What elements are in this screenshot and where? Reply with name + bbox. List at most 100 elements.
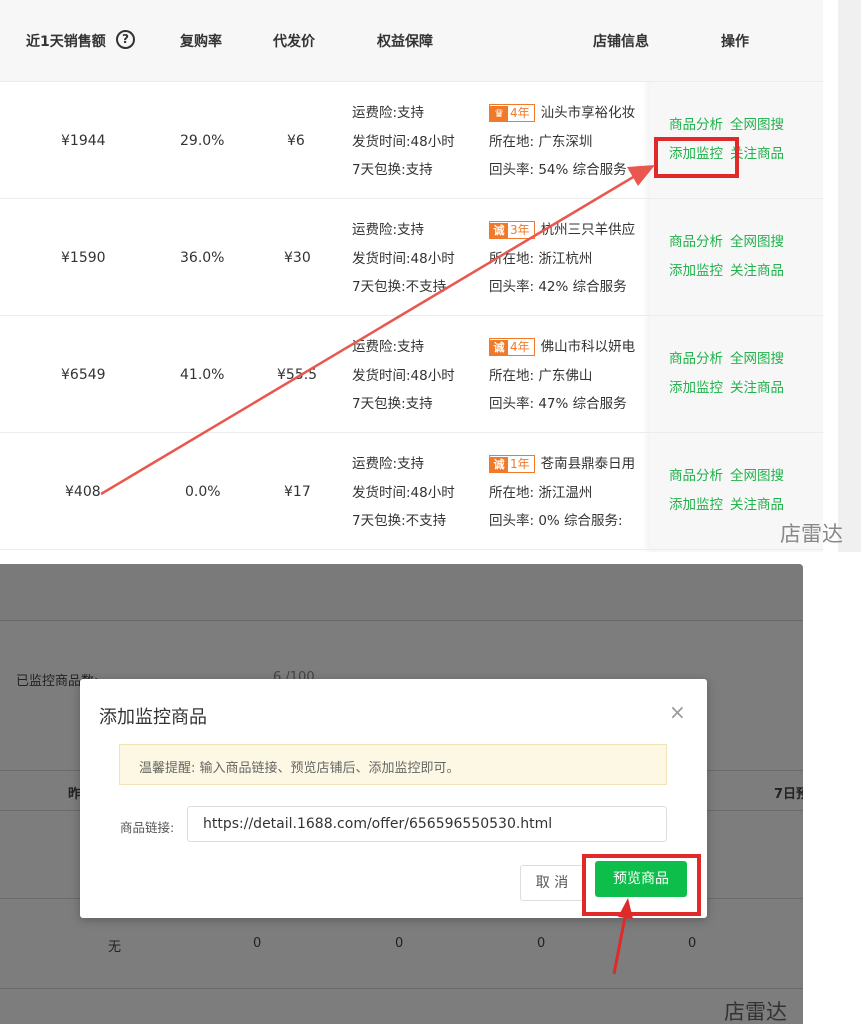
product-link-input[interactable] bbox=[187, 806, 667, 842]
sales-value: ¥408 bbox=[65, 484, 101, 500]
benefit-shipping: 发货时间:48小时 bbox=[352, 133, 455, 150]
row-actions: 商品分析 全网图搜 添加监控 关注商品 bbox=[669, 462, 791, 519]
close-icon[interactable]: × bbox=[669, 700, 686, 724]
zero-value: 0 bbox=[537, 936, 546, 951]
benefit-list: 运费险:支持 发货时间:48小时 7天包换:支持 bbox=[352, 333, 455, 419]
image-search-link[interactable]: 全网图搜 bbox=[730, 468, 784, 484]
help-icon[interactable]: ? bbox=[116, 30, 135, 49]
benefit-shipping: 发货时间:48小时 bbox=[352, 250, 455, 267]
follow-product-link[interactable]: 关注商品 bbox=[730, 497, 784, 513]
header-shop-info: 店铺信息 bbox=[593, 34, 649, 50]
watermark: 店雷达 bbox=[724, 1000, 787, 1024]
zero-value: 0 bbox=[688, 936, 697, 951]
link-label: 商品链接: bbox=[120, 820, 175, 835]
shop-years-badge: 诚 3年 bbox=[489, 221, 535, 239]
sales-value: ¥1944 bbox=[61, 133, 106, 149]
row-none-value: 无 bbox=[108, 940, 122, 955]
add-monitor-link[interactable]: 添加监控 bbox=[669, 497, 723, 513]
table-row: ¥6549 41.0% ¥55.5 运费险:支持 发货时间:48小时 7天包换:… bbox=[0, 316, 823, 433]
row-actions: 商品分析 全网图搜 添加监控 关注商品 bbox=[669, 228, 791, 285]
integrity-icon: 诚 bbox=[490, 340, 508, 356]
cancel-button[interactable]: 取 消 bbox=[520, 865, 584, 901]
benefit-shipping: 发货时间:48小时 bbox=[352, 484, 455, 501]
page-toolbar-bg bbox=[0, 564, 803, 620]
image-search-link[interactable]: 全网图搜 bbox=[730, 234, 784, 250]
row-actions: 商品分析 全网图搜 添加监控 关注商品 bbox=[669, 345, 791, 402]
repurchase-value: 36.0% bbox=[180, 250, 225, 266]
preview-button-highlight bbox=[582, 854, 701, 916]
shop-years-badge: 诚 4年 bbox=[489, 338, 535, 356]
header-operations: 操作 bbox=[721, 34, 749, 50]
image-search-link[interactable]: 全网图搜 bbox=[730, 351, 784, 367]
add-monitor-link[interactable]: 添加监控 bbox=[669, 263, 723, 279]
integrity-icon: 诚 bbox=[490, 223, 508, 239]
crown-icon: ♛ bbox=[490, 106, 508, 122]
monitor-page-overlay: 已监控商品数: 6 /100 昨 7日预 无 0 0 0 0 添加监控商品 × … bbox=[0, 564, 803, 1024]
table-row: ¥408 0.0% ¥17 运费险:支持 发货时间:48小时 7天包换:不支持 … bbox=[0, 433, 823, 550]
header-repurchase: 复购率 bbox=[180, 34, 222, 50]
product-analysis-link[interactable]: 商品分析 bbox=[669, 351, 723, 367]
benefit-exchange: 7天包换:支持 bbox=[352, 396, 433, 412]
price-value: ¥17 bbox=[284, 484, 311, 500]
shop-years-badge: ♛ 4年 bbox=[489, 104, 535, 122]
benefit-exchange: 7天包换:不支持 bbox=[352, 279, 447, 295]
repurchase-value: 41.0% bbox=[180, 367, 225, 383]
shop-location: 所在地: 广东佛山 bbox=[489, 367, 593, 384]
watermark: 店雷达 bbox=[780, 522, 843, 546]
shop-location: 所在地: 浙江杭州 bbox=[489, 250, 593, 267]
shop-info: 诚 1年 苍南县鼎泰日用 所在地: 浙江温州 回头率: 0% 综合服务: bbox=[489, 450, 649, 536]
shop-years-badge: 诚 1年 bbox=[489, 455, 535, 473]
tip-banner: 温馨提醒: 输入商品链接、预览店铺后、添加监控即可。 bbox=[119, 744, 667, 785]
zero-value: 0 bbox=[395, 936, 404, 951]
shop-return-rate: 回头率: 47% 综合服务 bbox=[489, 396, 627, 412]
product-analysis-link[interactable]: 商品分析 bbox=[669, 468, 723, 484]
sales-value: ¥1590 bbox=[61, 250, 106, 266]
benefit-list: 运费险:支持 发货时间:48小时 7天包换:不支持 bbox=[352, 216, 455, 302]
benefit-list: 运费险:支持 发货时间:48小时 7天包换:支持 bbox=[352, 99, 455, 185]
header-dropship-price: 代发价 bbox=[273, 34, 315, 50]
shop-return-rate: 回头率: 54% 综合服务 bbox=[489, 162, 627, 178]
price-value: ¥55.5 bbox=[277, 367, 318, 383]
repurchase-value: 29.0% bbox=[180, 133, 225, 149]
product-table-panel: 近1天销售额 ? 复购率 代发价 权益保障 店铺信息 操作 ¥1944 29.0… bbox=[0, 0, 861, 552]
follow-product-link[interactable]: 关注商品 bbox=[730, 380, 784, 396]
follow-product-link[interactable]: 关注商品 bbox=[730, 263, 784, 279]
dialog-title: 添加监控商品 bbox=[99, 707, 207, 728]
tip-text: 温馨提醒: 输入商品链接、预览店铺后、添加监控即可。 bbox=[139, 761, 460, 776]
benefit-freight: 运费险:支持 bbox=[352, 222, 425, 238]
integrity-icon: 诚 bbox=[490, 457, 508, 473]
shop-name-link[interactable]: 苍南县鼎泰日用 bbox=[541, 456, 636, 472]
price-value: ¥6 bbox=[287, 133, 305, 149]
table-header: 近1天销售额 ? 复购率 代发价 权益保障 店铺信息 操作 bbox=[0, 0, 823, 82]
benefit-exchange: 7天包换:支持 bbox=[352, 162, 433, 178]
shop-info: 诚 3年 杭州三只羊供应 所在地: 浙江杭州 回头率: 42% 综合服务 bbox=[489, 216, 649, 302]
shop-name-link[interactable]: 佛山市科以妍电 bbox=[541, 339, 636, 355]
price-value: ¥30 bbox=[284, 250, 311, 266]
product-analysis-link[interactable]: 商品分析 bbox=[669, 117, 723, 133]
table-row: ¥1590 36.0% ¥30 运费险:支持 发货时间:48小时 7天包换:不支… bbox=[0, 199, 823, 316]
benefit-freight: 运费险:支持 bbox=[352, 105, 425, 121]
scrollbar-strip[interactable] bbox=[838, 0, 861, 552]
header-benefits: 权益保障 bbox=[377, 34, 433, 50]
shop-name-link[interactable]: 杭州三只羊供应 bbox=[541, 222, 636, 238]
image-search-link[interactable]: 全网图搜 bbox=[730, 117, 784, 133]
benefit-freight: 运费险:支持 bbox=[352, 339, 425, 355]
shop-return-rate: 回头率: 42% 综合服务 bbox=[489, 279, 627, 295]
zero-value: 0 bbox=[253, 936, 262, 951]
shop-name-link[interactable]: 汕头市享裕化妆 bbox=[541, 105, 636, 121]
shop-info: 诚 4年 佛山市科以妍电 所在地: 广东佛山 回头率: 47% 综合服务 bbox=[489, 333, 649, 419]
add-monitor-highlight bbox=[654, 137, 739, 178]
shop-return-rate: 回头率: 0% 综合服务: bbox=[489, 513, 623, 529]
benefit-exchange: 7天包换:不支持 bbox=[352, 513, 447, 529]
add-monitor-link[interactable]: 添加监控 bbox=[669, 380, 723, 396]
header-sales-1d: 近1天销售额 bbox=[26, 34, 106, 50]
benefit-shipping: 发货时间:48小时 bbox=[352, 367, 455, 384]
benefit-freight: 运费险:支持 bbox=[352, 456, 425, 472]
shop-location: 所在地: 浙江温州 bbox=[489, 484, 593, 501]
sales-value: ¥6549 bbox=[61, 367, 106, 383]
product-analysis-link[interactable]: 商品分析 bbox=[669, 234, 723, 250]
col-7day: 7日预 bbox=[774, 787, 803, 802]
shop-info: ♛ 4年 汕头市享裕化妆 所在地: 广东深圳 回头率: 54% 综合服务 bbox=[489, 99, 649, 185]
repurchase-value: 0.0% bbox=[185, 484, 221, 500]
shop-location: 所在地: 广东深圳 bbox=[489, 133, 593, 150]
